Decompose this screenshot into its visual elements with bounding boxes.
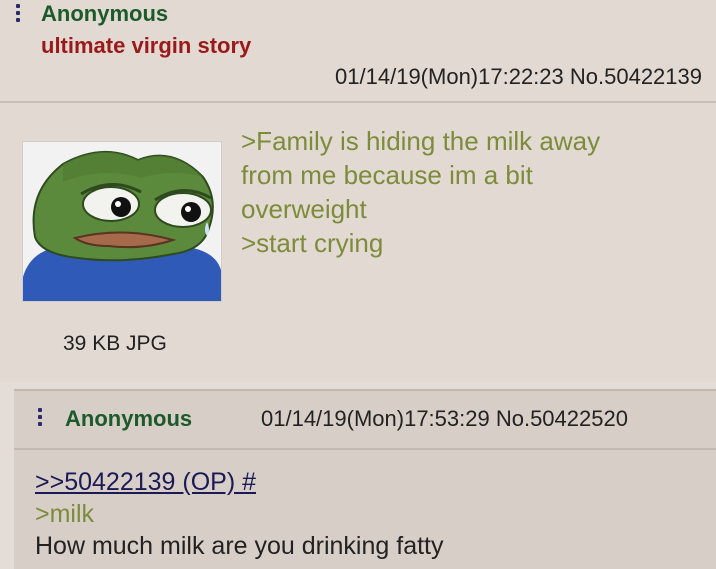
op-comment: >Family is hiding the milk away from me … (241, 124, 701, 260)
op-comment-line: overweight (241, 194, 367, 224)
pepe-frog-image (23, 151, 221, 301)
op-datetime-postnumber[interactable]: 01/14/19(Mon)17:22:23 No.50422139 (335, 64, 702, 90)
op-subject: ultimate virgin story (41, 33, 252, 58)
reply-datetime-postnumber[interactable]: 01/14/19(Mon)17:53:29 No.50422520 (261, 406, 628, 432)
reply-post: Anonymous 01/14/19(Mon)17:53:29 No.50422… (14, 389, 716, 569)
op-image-thumbnail[interactable] (22, 141, 222, 302)
reply-comment: >>50422139 (OP) # >milk How much milk ar… (35, 466, 695, 562)
reply-header-divider (14, 448, 716, 450)
reply-poster-name: Anonymous (65, 406, 193, 431)
op-poster-name: Anonymous (41, 1, 169, 26)
reply-text: How much milk are you drinking fatty (35, 532, 444, 560)
quote-link[interactable]: >>50422139 (OP) # (35, 468, 256, 496)
reply-greentext: >milk (35, 500, 95, 528)
op-comment-line: >start crying (241, 228, 384, 258)
op-header-divider (0, 101, 716, 103)
post-menu-icon[interactable] (16, 4, 20, 22)
op-comment-line: >Family is hiding the milk away (241, 126, 601, 156)
op-comment-line: from me because im a bit (241, 160, 533, 190)
op-post: Anonymous ultimate virgin story 01/14/19… (0, 0, 716, 382)
post-menu-icon[interactable] (38, 408, 42, 426)
op-file-info: 39 KB JPG (63, 332, 167, 355)
